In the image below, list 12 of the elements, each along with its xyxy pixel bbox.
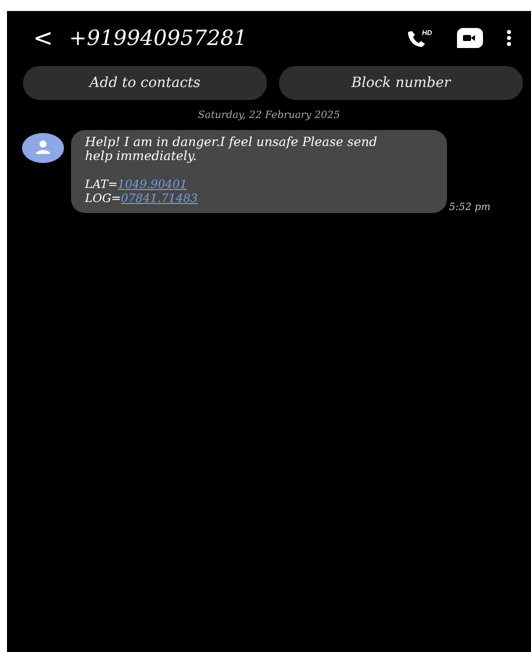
add-contact-button[interactable]: Add to contacts — [23, 66, 267, 100]
video-call-icon[interactable] — [455, 26, 485, 50]
date-label: Saturday, 22 February 2025 — [197, 110, 341, 121]
coordinate-label: LOG= — [85, 191, 121, 205]
avatar-icon — [22, 133, 64, 163]
message-time: 5:52 pm — [449, 202, 491, 213]
coordinate-label: LAT= — [85, 177, 118, 191]
message-text: Help! I am in danger.I feel unsafe Please send help immediately. — [85, 135, 378, 163]
more-menu-icon[interactable] — [505, 28, 513, 48]
phone-number-title: +919940957281 — [69, 26, 248, 50]
back-button[interactable]: < — [33, 24, 54, 52]
block-number-button[interactable]: Block number — [279, 66, 523, 100]
